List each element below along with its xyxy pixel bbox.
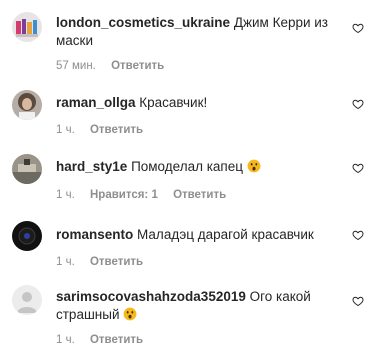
heart-icon[interactable] — [352, 22, 364, 34]
comment-meta: 1 ч. Ответить — [56, 124, 155, 136]
comment-text-block: romansento Маладэц дарагой красавчик — [56, 226, 341, 244]
comment-username[interactable]: raman_ollga — [56, 95, 136, 110]
astonished-face-emoji-icon — [247, 159, 261, 173]
comment-text-block: sarimsocovashahzoda352019 Ого какой стра… — [56, 288, 341, 324]
comment-time: 57 мин. — [56, 60, 96, 72]
comment-body: Маладэц дарагой красавчик — [137, 227, 314, 242]
comment-meta: 1 ч. Ответить — [56, 256, 155, 268]
avatar[interactable] — [12, 90, 42, 120]
reply-button[interactable]: Ответить — [90, 124, 143, 136]
comment-text-block: hard_sty1e Помоделал капец — [56, 158, 341, 176]
avatar[interactable] — [12, 285, 42, 315]
like-count[interactable]: Нравится: 1 — [90, 189, 158, 201]
comment-time: 1 ч. — [56, 334, 75, 346]
astonished-face-emoji-icon — [123, 307, 137, 321]
reply-button[interactable]: Ответить — [111, 60, 164, 72]
comment-text-block: london_cosmetics_ukraine Джим Керри из м… — [56, 14, 341, 50]
comment-meta: 57 мин. Ответить — [56, 60, 176, 72]
comment-username[interactable]: romansento — [56, 227, 133, 242]
heart-icon[interactable] — [352, 162, 364, 174]
comment-username[interactable]: hard_sty1e — [56, 159, 127, 174]
comment-time: 1 ч. — [56, 189, 75, 201]
reply-button[interactable]: Ответить — [90, 256, 143, 268]
comment-body: Помоделал капец — [131, 159, 243, 174]
avatar[interactable] — [12, 12, 42, 42]
comment-username[interactable]: sarimsocovashahzoda352019 — [56, 289, 246, 304]
reply-button[interactable]: Ответить — [173, 189, 226, 201]
avatar[interactable] — [12, 221, 42, 251]
comment-time: 1 ч. — [56, 256, 75, 268]
comment-text-block: raman_ollga Красавчик! — [56, 94, 341, 112]
comment-body: Красавчик! — [139, 95, 208, 110]
comment-username[interactable]: london_cosmetics_ukraine — [56, 15, 230, 30]
comment-time: 1 ч. — [56, 124, 75, 136]
comment-meta: 1 ч. Ответить — [56, 334, 155, 346]
heart-icon[interactable] — [352, 98, 364, 110]
heart-icon[interactable] — [352, 295, 364, 307]
avatar[interactable] — [12, 154, 42, 184]
reply-button[interactable]: Ответить — [90, 334, 143, 346]
heart-icon[interactable] — [352, 229, 364, 241]
comment-meta: 1 ч. Нравится: 1 Ответить — [56, 189, 238, 201]
